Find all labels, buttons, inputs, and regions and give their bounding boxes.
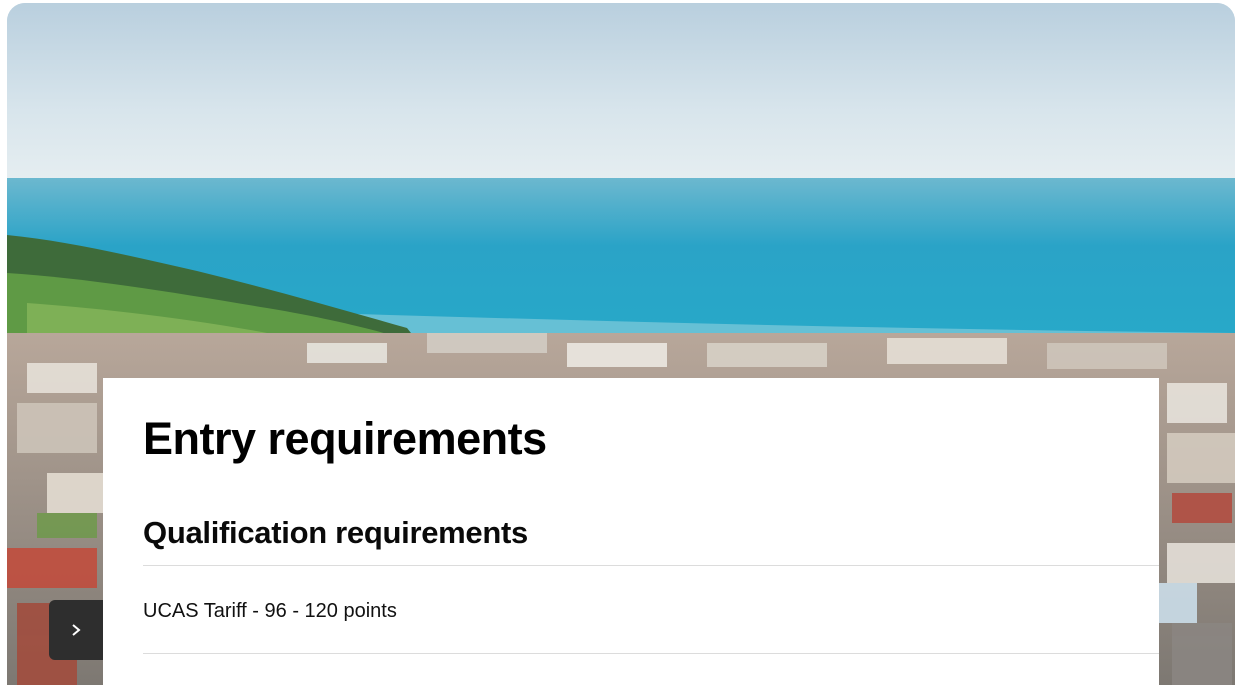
page-title: Entry requirements <box>143 413 547 464</box>
chevron-right-icon <box>72 624 81 636</box>
next-slide-button[interactable] <box>49 600 103 660</box>
requirement-item: UCAS Tariff - 96 - 120 points <box>143 600 397 622</box>
section-divider-bottom <box>143 653 1159 654</box>
section-divider-top <box>143 565 1159 566</box>
section-title: Qualification requirements <box>143 515 528 550</box>
entry-requirements-panel: Entry requirements Qualification require… <box>103 378 1159 685</box>
